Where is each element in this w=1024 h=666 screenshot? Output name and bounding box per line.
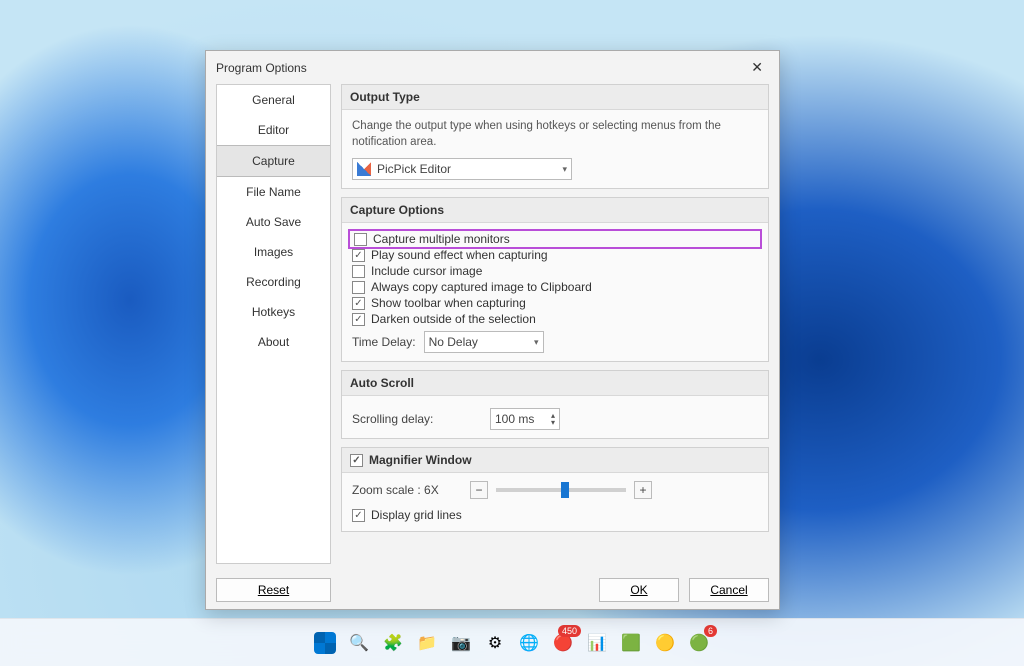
nav-hotkeys[interactable]: Hotkeys	[217, 297, 330, 327]
scrolling-delay-value: 100 ms	[495, 412, 534, 426]
scrolling-delay-spinner[interactable]: 100 ms ▴▾	[490, 408, 560, 430]
dialog-title: Program Options	[216, 61, 307, 75]
nav-images[interactable]: Images	[217, 237, 330, 267]
titlebar: Program Options ✕	[206, 51, 779, 84]
time-delay-label: Time Delay:	[352, 335, 416, 349]
chevron-down-icon: ▾	[526, 337, 539, 348]
spinner-down-icon[interactable]: ▾	[551, 419, 555, 426]
output-type-description: Change the output type when using hotkey…	[352, 118, 758, 150]
checkbox-darken[interactable]	[352, 313, 365, 326]
output-type-combo[interactable]: PicPick Editor ▾	[352, 158, 572, 180]
section-output-type: Output Type Change the output type when …	[341, 84, 769, 189]
badge: 450	[558, 625, 581, 637]
nav-about[interactable]: About	[217, 327, 330, 357]
nav-capture[interactable]: Capture	[217, 145, 330, 177]
section-header-auto-scroll: Auto Scroll	[342, 371, 768, 396]
checkbox-label: Include cursor image	[371, 264, 482, 278]
scrolling-delay-row: Scrolling delay: 100 ms ▴▾	[352, 408, 758, 430]
nav-editor[interactable]: Editor	[217, 115, 330, 145]
checkbox-sound[interactable]	[352, 249, 365, 262]
checkbox-label: Show toolbar when capturing	[371, 296, 526, 310]
checkbox-grid[interactable]	[352, 509, 365, 522]
checkbox-magnifier[interactable]	[350, 454, 363, 467]
nav-general[interactable]: General	[217, 85, 330, 115]
nav-sidebar: General Editor Capture File Name Auto Sa…	[216, 84, 331, 564]
checkbox-label: Darken outside of the selection	[371, 312, 536, 326]
checkbox-cursor[interactable]	[352, 265, 365, 278]
section-header-capture-options: Capture Options	[342, 198, 768, 223]
settings-icon[interactable]: ⚙	[481, 629, 509, 657]
time-delay-combo[interactable]: No Delay ▾	[424, 331, 544, 353]
app-red-icon[interactable]: 🔴450	[549, 629, 577, 657]
section-auto-scroll: Auto Scroll Scrolling delay: 100 ms ▴▾	[341, 370, 769, 439]
checkbox-label: Capture multiple monitors	[373, 232, 510, 246]
sticker-icon[interactable]: 🧩	[379, 629, 407, 657]
whatsapp-icon[interactable]: 🟢6	[685, 629, 713, 657]
checkbox-row-clipboard: Always copy captured image to Clipboard	[352, 279, 758, 295]
dialog-footer: Reset OK Cancel	[206, 574, 779, 602]
checkbox-label: Play sound effect when capturing	[371, 248, 548, 262]
edge-icon[interactable]: 🌐	[515, 629, 543, 657]
ok-button[interactable]: OK	[599, 578, 679, 602]
section-header-magnifier: Magnifier Window	[342, 448, 768, 473]
chevron-down-icon: ▾	[554, 164, 567, 175]
time-delay-value: No Delay	[429, 335, 478, 349]
checkbox-row-darken: Darken outside of the selection	[352, 311, 758, 327]
zoom-row: Zoom scale : 6X − +	[352, 481, 758, 499]
reset-button[interactable]: Reset	[216, 578, 331, 602]
search-icon[interactable]: 🔍	[345, 629, 373, 657]
start-icon[interactable]	[311, 629, 339, 657]
excel-icon[interactable]: 🟩	[617, 629, 645, 657]
checkbox-row-multiple-monitors: Capture multiple monitors	[348, 229, 762, 249]
taskbar: 🔍 🧩 📁 📷 ⚙ 🌐 🔴450 📊 🟩 🟡 🟢6	[0, 618, 1024, 666]
checkbox-clipboard[interactable]	[352, 281, 365, 294]
checkbox-row-sound: Play sound effect when capturing	[352, 247, 758, 263]
close-icon[interactable]: ✕	[745, 57, 769, 78]
nav-file-name[interactable]: File Name	[217, 177, 330, 207]
finance-icon[interactable]: 📊	[583, 629, 611, 657]
checkbox-row-grid: Display grid lines	[352, 507, 758, 523]
checkbox-row-toolbar: Show toolbar when capturing	[352, 295, 758, 311]
file-explorer-icon[interactable]: 📁	[413, 629, 441, 657]
section-magnifier: Magnifier Window Zoom scale : 6X − + Dis…	[341, 447, 769, 532]
chrome-icon[interactable]: 🟡	[651, 629, 679, 657]
zoom-minus-button[interactable]: −	[470, 481, 488, 499]
camera-icon[interactable]: 📷	[447, 629, 475, 657]
zoom-slider[interactable]	[496, 488, 626, 492]
picpick-icon	[357, 162, 371, 176]
cancel-button[interactable]: Cancel	[689, 578, 769, 602]
output-type-value: PicPick Editor	[377, 162, 451, 176]
section-capture-options: Capture Options Capture multiple monitor…	[341, 197, 769, 362]
zoom-plus-button[interactable]: +	[634, 481, 652, 499]
magnifier-header-label: Magnifier Window	[369, 453, 472, 467]
time-delay-row: Time Delay: No Delay ▾	[352, 331, 758, 353]
checkbox-label: Always copy captured image to Clipboard	[371, 280, 592, 294]
nav-recording[interactable]: Recording	[217, 267, 330, 297]
checkbox-row-cursor: Include cursor image	[352, 263, 758, 279]
zoom-slider-thumb[interactable]	[561, 482, 569, 498]
scrolling-delay-label: Scrolling delay:	[352, 412, 482, 426]
nav-auto-save[interactable]: Auto Save	[217, 207, 330, 237]
section-header-output-type: Output Type	[342, 85, 768, 110]
checkbox-multiple-monitors[interactable]	[354, 233, 367, 246]
program-options-dialog: Program Options ✕ General Editor Capture…	[205, 50, 780, 610]
badge: 6	[704, 625, 717, 637]
checkbox-toolbar[interactable]	[352, 297, 365, 310]
checkbox-label: Display grid lines	[371, 508, 462, 522]
zoom-label: Zoom scale : 6X	[352, 483, 462, 497]
